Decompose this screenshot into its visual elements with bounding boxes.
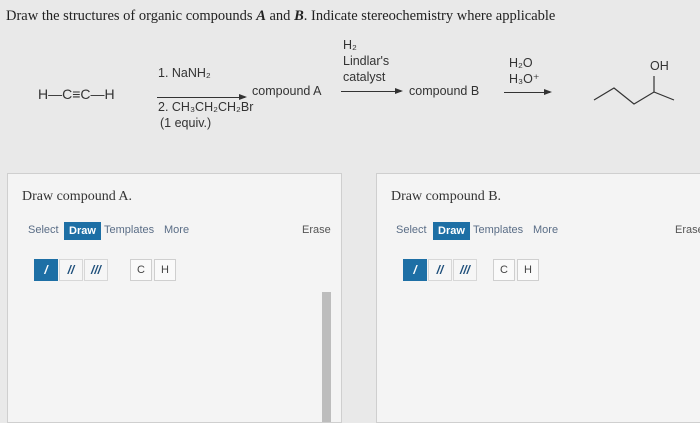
compound-a-text: compound A bbox=[252, 84, 322, 98]
single-bond-tool[interactable]: / bbox=[403, 259, 427, 281]
hydrogen-atom-button[interactable]: H bbox=[517, 259, 539, 281]
reagent-h2: H₂ bbox=[343, 38, 357, 52]
panel-a-title: Draw compound A. bbox=[22, 189, 133, 204]
reaction-arrow-2 bbox=[341, 88, 403, 94]
reagent-lindlar: Lindlar's bbox=[343, 54, 390, 68]
erase-button[interactable]: Erase bbox=[675, 224, 700, 236]
panel-b-toolbar: Select Draw Templates More Erase bbox=[377, 222, 700, 244]
reaction-arrow-1 bbox=[157, 94, 247, 100]
triple-bond-tool[interactable]: /// bbox=[84, 259, 108, 281]
compound-b-text: compound B bbox=[409, 84, 480, 98]
reagent-equiv: (1 equiv.) bbox=[160, 116, 212, 130]
more-button[interactable]: More bbox=[533, 224, 558, 236]
drawing-canvas-a[interactable] bbox=[8, 292, 321, 422]
double-bond-tool[interactable]: // bbox=[428, 259, 452, 281]
alcohol-skeletal-structure bbox=[593, 76, 675, 105]
double-bond-tool[interactable]: // bbox=[59, 259, 83, 281]
templates-button[interactable]: Templates bbox=[104, 224, 154, 236]
carbon-atom-button[interactable]: C bbox=[130, 259, 152, 281]
hydrogen-atom-button[interactable]: H bbox=[154, 259, 176, 281]
erase-button[interactable]: Erase bbox=[302, 224, 331, 236]
reaction-scheme: H—C≡C—H 1. NaNH₂ 2. CH₃CH₂CH₂Br (1 equiv… bbox=[0, 0, 700, 170]
single-bond-tool[interactable]: / bbox=[34, 259, 58, 281]
canvas-a-scrollbar[interactable] bbox=[322, 292, 331, 422]
reagent-catalyst: catalyst bbox=[343, 70, 386, 84]
reaction-arrow-3 bbox=[504, 89, 552, 95]
drawing-canvas-b[interactable] bbox=[377, 292, 697, 422]
panel-a-toolbar: Select Draw Templates More Erase bbox=[8, 222, 341, 244]
triple-bond-tool[interactable]: /// bbox=[453, 259, 477, 281]
reagent-nanh2: 1. NaNH₂ bbox=[158, 66, 211, 80]
reagent-water: H₂O bbox=[509, 56, 533, 70]
draw-button[interactable]: Draw bbox=[64, 222, 101, 240]
draw-button[interactable]: Draw bbox=[433, 222, 470, 240]
select-button[interactable]: Select bbox=[396, 224, 427, 236]
acetylene-structure: H—C≡C—H bbox=[38, 86, 115, 102]
more-button[interactable]: More bbox=[164, 224, 189, 236]
draw-panel-b: Draw compound B. Select Draw Templates M… bbox=[376, 173, 700, 423]
carbon-atom-button[interactable]: C bbox=[493, 259, 515, 281]
reagent-propyl-bromide: 2. CH₃CH₂CH₂Br bbox=[158, 100, 254, 114]
select-button[interactable]: Select bbox=[28, 224, 59, 236]
templates-button[interactable]: Templates bbox=[473, 224, 523, 236]
panel-b-title: Draw compound B. bbox=[391, 189, 502, 204]
reagent-hydronium: H₃O⁺ bbox=[509, 72, 540, 86]
draw-panel-a: Draw compound A. Select Draw Templates M… bbox=[7, 173, 342, 423]
